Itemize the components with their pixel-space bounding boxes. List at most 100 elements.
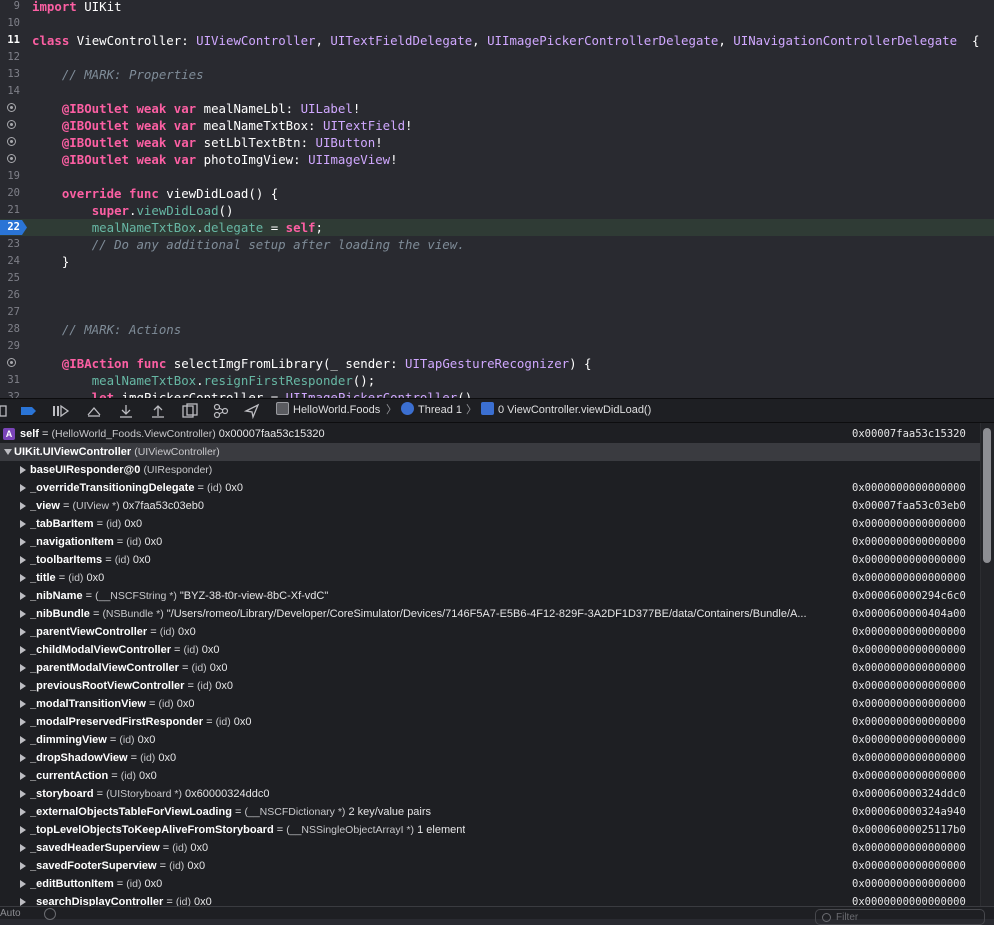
- code-line[interactable]: 27: [0, 304, 994, 321]
- outlet-connected-icon[interactable]: [7, 120, 16, 129]
- breadcrumb-target[interactable]: HelloWorld.Foods: [276, 399, 380, 422]
- code-line[interactable]: 28 // MARK: Actions: [0, 321, 994, 338]
- variable-row[interactable]: _savedFooterSuperview = (id) 0x0 0x000000…: [0, 857, 980, 875]
- disclosure-collapsed-icon[interactable]: [20, 592, 26, 600]
- variable-row[interactable]: _storyboard = (UIStoryboard *) 0x6000032…: [0, 785, 980, 803]
- variable-row[interactable]: _childModalViewController = (id) 0x0 0x00…: [0, 641, 980, 659]
- breadcrumb-frame[interactable]: 0 ViewController.viewDidLoad(): [481, 399, 651, 422]
- filter-field[interactable]: Filter: [815, 909, 985, 925]
- disclosure-collapsed-icon[interactable]: [20, 862, 26, 870]
- code-line[interactable]: 26: [0, 287, 994, 304]
- code-line[interactable]: 13 // MARK: Properties: [0, 66, 994, 83]
- disclosure-collapsed-icon[interactable]: [20, 682, 26, 690]
- variable-row[interactable]: _modalTransitionView = (id) 0x0 0x0000000…: [0, 695, 980, 713]
- view-hierarchy-icon[interactable]: [181, 403, 199, 419]
- variable-scope-selector[interactable]: Auto: [0, 908, 21, 919]
- variable-row[interactable]: _overrideTransitioningDelegate = (id) 0x…: [0, 479, 980, 497]
- code-line[interactable]: @IBOutlet weak var mealNameTxtBox: UITex…: [0, 117, 994, 134]
- outlet-connected-icon[interactable]: [7, 154, 16, 163]
- variables-view[interactable]: Aself = (HelloWorld_Foods.ViewController…: [0, 423, 994, 918]
- disclosure-collapsed-icon[interactable]: [20, 898, 26, 906]
- disclosure-collapsed-icon[interactable]: [20, 646, 26, 654]
- disclosure-collapsed-icon[interactable]: [20, 664, 26, 672]
- code-line[interactable]: 9 import UIKit: [0, 0, 994, 15]
- variable-row[interactable]: _tabBarItem = (id) 0x0 0x0000000000000000: [0, 515, 980, 533]
- variable-row[interactable]: _savedHeaderSuperview = (id) 0x0 0x000000…: [0, 839, 980, 857]
- code-line[interactable]: 32 let imgPickerController = UIImagePick…: [0, 389, 994, 398]
- code-line[interactable]: 19: [0, 168, 994, 185]
- code-line[interactable]: 20 override func viewDidLoad() {: [0, 185, 994, 202]
- hide-debug-area-icon[interactable]: [0, 403, 8, 419]
- variable-row[interactable]: _toolbarItems = (id) 0x0 0x00000000000000…: [0, 551, 980, 569]
- variable-row[interactable]: _title = (id) 0x0 0x0000000000000000: [0, 569, 980, 587]
- code-line[interactable]: 22 mealNameTxtBox.delegate = self;: [0, 219, 994, 236]
- variable-row[interactable]: _modalPreservedFirstResponder = (id) 0x0…: [0, 713, 980, 731]
- disclosure-collapsed-icon[interactable]: [20, 754, 26, 762]
- disclosure-expanded-icon[interactable]: [4, 449, 12, 455]
- step-over-icon[interactable]: [86, 403, 102, 419]
- disclosure-collapsed-icon[interactable]: [20, 826, 26, 834]
- variable-row[interactable]: Aself = (HelloWorld_Foods.ViewController…: [0, 425, 980, 443]
- disclosure-collapsed-icon[interactable]: [20, 844, 26, 852]
- code-line[interactable]: 10: [0, 15, 994, 32]
- code-line[interactable]: 25: [0, 270, 994, 287]
- variable-row[interactable]: UIKit.UIViewController (UIViewController…: [0, 443, 980, 461]
- code-line[interactable]: @IBAction func selectImgFromLibrary(_ se…: [0, 355, 994, 372]
- code-line[interactable]: 24 }: [0, 253, 994, 270]
- code-line[interactable]: 21 super.viewDidLoad(): [0, 202, 994, 219]
- disclosure-collapsed-icon[interactable]: [20, 502, 26, 510]
- variable-row[interactable]: _view = (UIView *) 0x7faa53c03eb0 0x00007…: [0, 497, 980, 515]
- variable-name: _overrideTransitioningDelegate = (id) 0x…: [30, 482, 243, 494]
- code-line[interactable]: 29: [0, 338, 994, 355]
- code-line[interactable]: @IBOutlet weak var mealNameLbl: UILabel!: [0, 100, 994, 117]
- disclosure-collapsed-icon[interactable]: [20, 538, 26, 546]
- breadcrumb-thread[interactable]: Thread 1: [401, 399, 462, 422]
- disclosure-collapsed-icon[interactable]: [20, 718, 26, 726]
- code-line[interactable]: 31 mealNameTxtBox.resignFirstResponder()…: [0, 372, 994, 389]
- variable-row[interactable]: _externalObjectsTableForViewLoading = (_…: [0, 803, 980, 821]
- variables-scrollbar[interactable]: [983, 428, 991, 563]
- disclosure-collapsed-icon[interactable]: [20, 556, 26, 564]
- outlet-connected-icon[interactable]: [7, 358, 16, 367]
- disclosure-collapsed-icon[interactable]: [20, 484, 26, 492]
- variable-row[interactable]: _navigationItem = (id) 0x0 0x000000000000…: [0, 533, 980, 551]
- variable-row[interactable]: _previousRootViewController = (id) 0x0 0x…: [0, 677, 980, 695]
- disclosure-collapsed-icon[interactable]: [20, 466, 26, 474]
- code-editor[interactable]: 9 import UIKit 10 11 class ViewController: U…: [0, 0, 994, 398]
- code-line[interactable]: @IBOutlet weak var photoImgView: UIImage…: [0, 151, 994, 168]
- code-line[interactable]: 11 class ViewController: UIViewController…: [0, 32, 994, 49]
- variable-row[interactable]: _parentModalViewController = (id) 0x0 0x0…: [0, 659, 980, 677]
- outlet-connected-icon[interactable]: [7, 103, 16, 112]
- disclosure-collapsed-icon[interactable]: [20, 880, 26, 888]
- disclosure-collapsed-icon[interactable]: [20, 772, 26, 780]
- continue-icon[interactable]: [52, 403, 70, 419]
- outlet-connected-icon[interactable]: [7, 137, 16, 146]
- disclosure-collapsed-icon[interactable]: [20, 574, 26, 582]
- variable-row[interactable]: _parentViewController = (id) 0x0 0x000000…: [0, 623, 980, 641]
- code-line[interactable]: @IBOutlet weak var setLblTextBtn: UIButt…: [0, 134, 994, 151]
- step-into-icon[interactable]: [118, 403, 134, 419]
- code-line[interactable]: 12: [0, 49, 994, 66]
- memory-graph-icon[interactable]: [212, 403, 230, 419]
- location-icon[interactable]: [244, 403, 260, 419]
- disclosure-collapsed-icon[interactable]: [20, 700, 26, 708]
- variable-row[interactable]: _dropShadowView = (id) 0x0 0x000000000000…: [0, 749, 980, 767]
- eye-icon[interactable]: [44, 908, 56, 920]
- variable-row[interactable]: baseUIResponder@0 (UIResponder): [0, 461, 980, 479]
- disclosure-collapsed-icon[interactable]: [20, 628, 26, 636]
- disclosure-collapsed-icon[interactable]: [20, 520, 26, 528]
- disclosure-collapsed-icon[interactable]: [20, 790, 26, 798]
- breakpoints-toggle-icon[interactable]: [20, 403, 38, 419]
- step-out-icon[interactable]: [150, 403, 166, 419]
- variable-row[interactable]: _currentAction = (id) 0x0 0x0000000000000…: [0, 767, 980, 785]
- disclosure-collapsed-icon[interactable]: [20, 808, 26, 816]
- disclosure-collapsed-icon[interactable]: [20, 610, 26, 618]
- variable-row[interactable]: _editButtonItem = (id) 0x0 0x000000000000…: [0, 875, 980, 893]
- variable-row[interactable]: _nibBundle = (NSBundle *) "/Users/romeo/…: [0, 605, 980, 623]
- disclosure-collapsed-icon[interactable]: [20, 736, 26, 744]
- variable-row[interactable]: _dimmingView = (id) 0x0 0x000000000000000…: [0, 731, 980, 749]
- code-line[interactable]: 23 // Do any additional setup after load…: [0, 236, 994, 253]
- variable-row[interactable]: _nibName = (__NSCFString *) "BYZ-38-t0r-…: [0, 587, 980, 605]
- variable-row[interactable]: _topLevelObjectsToKeepAliveFromStoryboar…: [0, 821, 980, 839]
- code-line[interactable]: 14: [0, 83, 994, 100]
